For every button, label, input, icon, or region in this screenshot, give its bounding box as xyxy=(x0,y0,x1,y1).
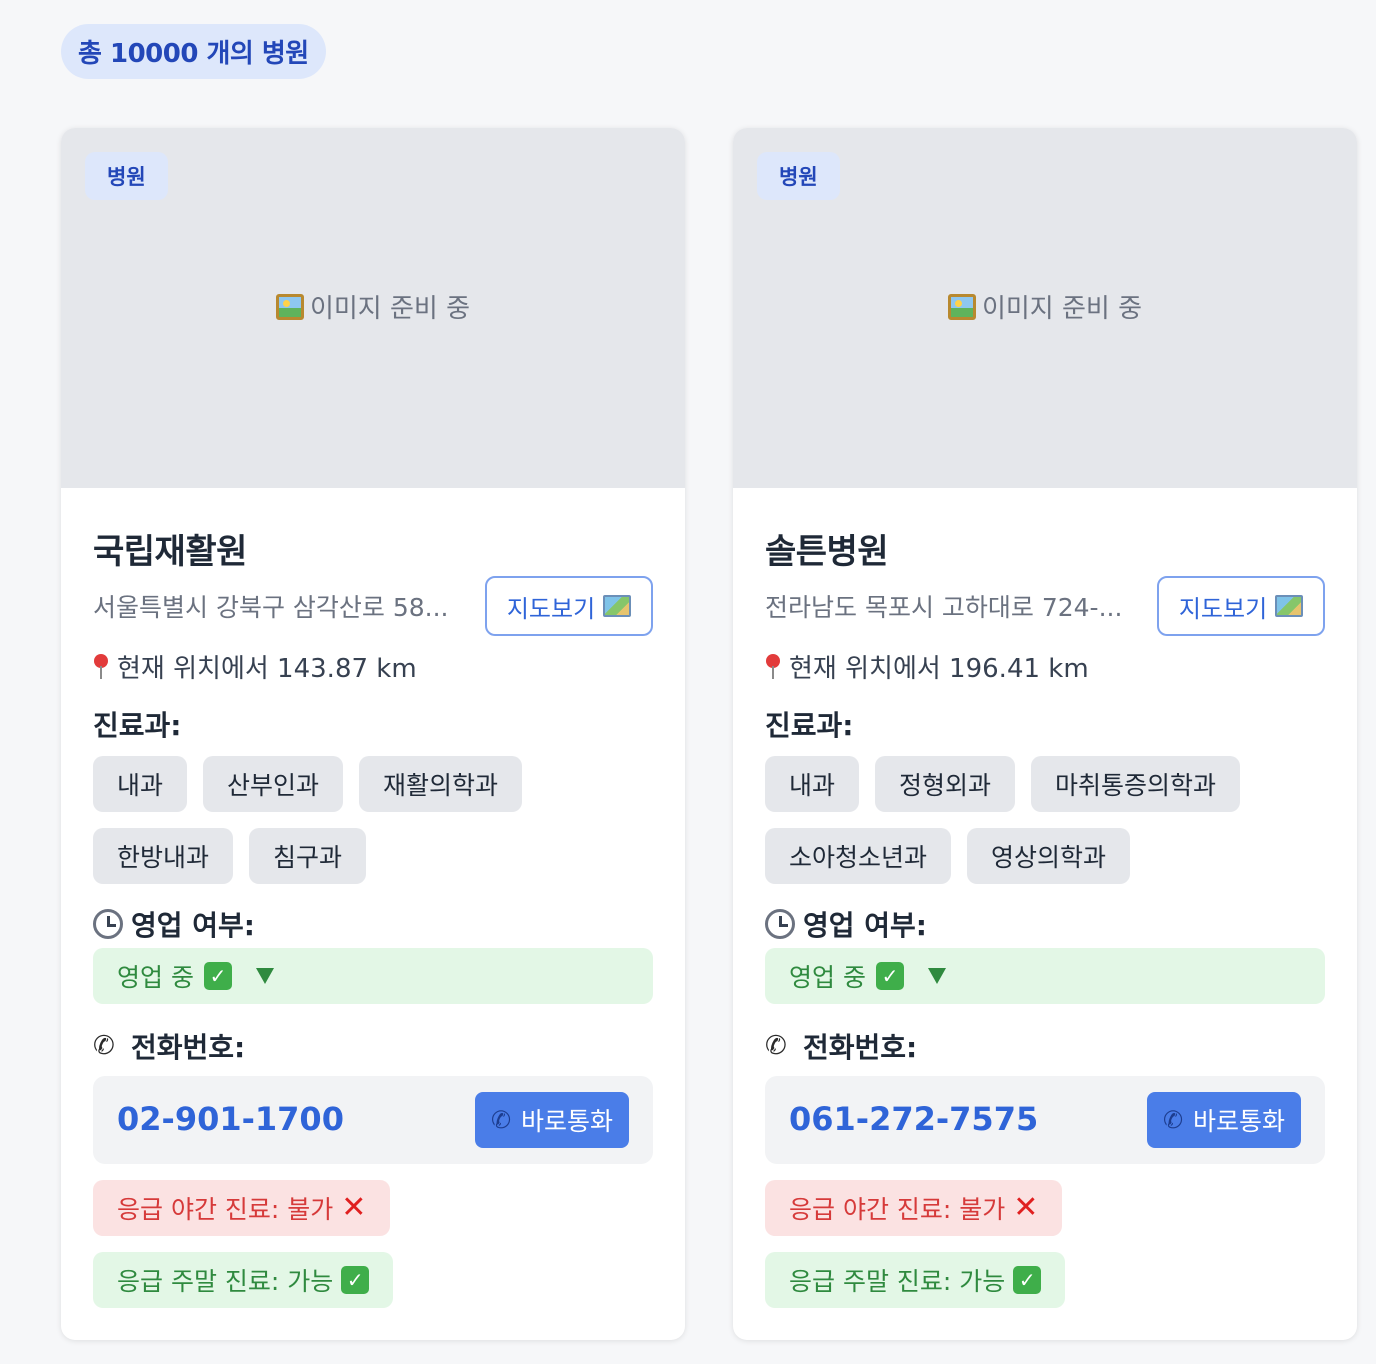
night-emergency-text: 응급 야간 진료: 불가 xyxy=(789,1195,1006,1224)
business-status-label: 영업 여부: xyxy=(765,904,927,944)
triangle-down-icon xyxy=(255,968,274,984)
check-icon: ✓ xyxy=(341,1266,370,1294)
view-map-label: 지도보기 xyxy=(506,594,596,623)
hospital-name: 솔튼병원 xyxy=(765,532,889,572)
type-badge: 병원 xyxy=(757,152,840,200)
weekend-emergency-text: 응급 주말 진료: 가능 xyxy=(789,1267,1006,1296)
map-icon xyxy=(603,595,632,617)
department-list: 내과 산부인과 재활의학과 한방내과 침구과 xyxy=(93,756,653,884)
picture-icon xyxy=(947,293,976,320)
phone-number[interactable]: 061-272-7575 xyxy=(789,1100,1038,1138)
type-badge: 병원 xyxy=(85,152,168,200)
phone-label-text: 전화번호: xyxy=(131,1031,246,1064)
business-status-toggle[interactable]: 영업 중 ✓ xyxy=(765,948,1325,1004)
check-icon: ✓ xyxy=(203,962,232,990)
department-chip: 내과 xyxy=(765,756,860,812)
business-status-toggle[interactable]: 영업 중 ✓ xyxy=(93,948,653,1004)
pin-icon xyxy=(765,653,781,680)
view-map-button[interactable]: 지도보기 xyxy=(1157,576,1325,636)
phone-icon: ✆ xyxy=(93,1031,115,1061)
distance-info: 현재 위치에서 196.41 km xyxy=(765,648,1089,685)
triangle-down-icon xyxy=(927,968,946,984)
phone-number[interactable]: 02-901-1700 xyxy=(117,1100,344,1138)
department-chip: 소아청소년과 xyxy=(765,828,952,884)
hospital-image: 병원 이미지 준비 중 xyxy=(733,128,1357,488)
department-chip: 한방내과 xyxy=(93,828,234,884)
business-status-label-text: 영업 여부: xyxy=(131,909,255,942)
phone-label: ✆ 전화번호: xyxy=(93,1026,245,1066)
view-map-label: 지도보기 xyxy=(1178,594,1268,623)
distance-text: 현재 위치에서 143.87 km xyxy=(117,654,417,684)
distance-info: 현재 위치에서 143.87 km xyxy=(93,648,417,685)
business-status-label-text: 영업 여부: xyxy=(803,909,927,942)
call-button[interactable]: ✆ 바로통화 xyxy=(1146,1092,1301,1148)
map-icon xyxy=(1275,595,1304,617)
department-chip: 마취통증의학과 xyxy=(1031,756,1241,812)
hospital-address: 전라남도 목포시 고하대로 724-... xyxy=(765,593,1123,622)
x-icon: ✕ xyxy=(341,1190,367,1225)
hospital-name: 국립재활원 xyxy=(93,532,247,572)
department-chip: 내과 xyxy=(93,756,188,812)
business-status-label: 영업 여부: xyxy=(93,904,255,944)
department-list: 내과 정형외과 마취통증의학과 소아청소년과 영상의학과 xyxy=(765,756,1325,884)
departments-label: 진료과: xyxy=(93,704,181,744)
business-status-text: 영업 중 xyxy=(117,963,194,992)
departments-label-text: 진료과: xyxy=(765,709,854,742)
check-icon: ✓ xyxy=(1013,1266,1042,1294)
image-placeholder: 이미지 준비 중 xyxy=(733,288,1357,325)
call-button-label: 바로통화 xyxy=(1192,1107,1285,1136)
picture-icon xyxy=(275,293,304,320)
phone-icon: ✆ xyxy=(765,1031,787,1061)
department-chip: 산부인과 xyxy=(203,756,344,812)
phone-label-text: 전화번호: xyxy=(803,1031,918,1064)
weekend-emergency-badge: 응급 주말 진료: 가능 ✓ xyxy=(765,1252,1066,1308)
phone-label: ✆ 전화번호: xyxy=(765,1026,917,1066)
night-emergency-badge: 응급 야간 진료: 불가 ✕ xyxy=(93,1180,391,1236)
night-emergency-badge: 응급 야간 진료: 불가 ✕ xyxy=(765,1180,1063,1236)
clock-icon xyxy=(765,909,795,939)
department-chip: 정형외과 xyxy=(875,756,1016,812)
clock-icon xyxy=(93,909,123,939)
image-placeholder-text: 이미지 준비 중 xyxy=(981,294,1143,324)
phone-box: 061-272-7575 ✆ 바로통화 xyxy=(765,1076,1325,1164)
department-chip: 침구과 xyxy=(249,828,367,884)
phone-icon: ✆ xyxy=(490,1106,512,1134)
call-button-label: 바로통화 xyxy=(520,1107,613,1136)
check-icon: ✓ xyxy=(875,962,904,990)
weekend-emergency-text: 응급 주말 진료: 가능 xyxy=(117,1267,334,1296)
hospital-address: 서울특별시 강북구 삼각산로 58... xyxy=(93,593,449,622)
phone-icon: ✆ xyxy=(1162,1106,1184,1134)
image-placeholder-text: 이미지 준비 중 xyxy=(309,294,471,324)
departments-label: 진료과: xyxy=(765,704,853,744)
pin-icon xyxy=(93,653,109,680)
view-map-button[interactable]: 지도보기 xyxy=(485,576,653,636)
hospital-image: 병원 이미지 준비 중 xyxy=(61,128,685,488)
hospital-card[interactable]: 병원 이미지 준비 중 국립재활원 서울특별시 강북구 삼각산로 58... 지… xyxy=(61,128,685,1340)
image-placeholder: 이미지 준비 중 xyxy=(61,288,685,325)
distance-text: 현재 위치에서 196.41 km xyxy=(789,654,1089,684)
hospital-card[interactable]: 병원 이미지 준비 중 솔튼병원 전라남도 목포시 고하대로 724-... 지… xyxy=(733,128,1357,1340)
night-emergency-text: 응급 야간 진료: 불가 xyxy=(117,1195,334,1224)
business-status-text: 영업 중 xyxy=(789,963,866,992)
hospital-count-badge: 총 10000 개의 병원 xyxy=(61,24,326,79)
department-chip: 재활의학과 xyxy=(359,756,523,812)
weekend-emergency-badge: 응급 주말 진료: 가능 ✓ xyxy=(93,1252,394,1308)
x-icon: ✕ xyxy=(1013,1190,1039,1225)
call-button[interactable]: ✆ 바로통화 xyxy=(474,1092,629,1148)
phone-box: 02-901-1700 ✆ 바로통화 xyxy=(93,1076,653,1164)
departments-label-text: 진료과: xyxy=(93,709,182,742)
department-chip: 영상의학과 xyxy=(967,828,1131,884)
